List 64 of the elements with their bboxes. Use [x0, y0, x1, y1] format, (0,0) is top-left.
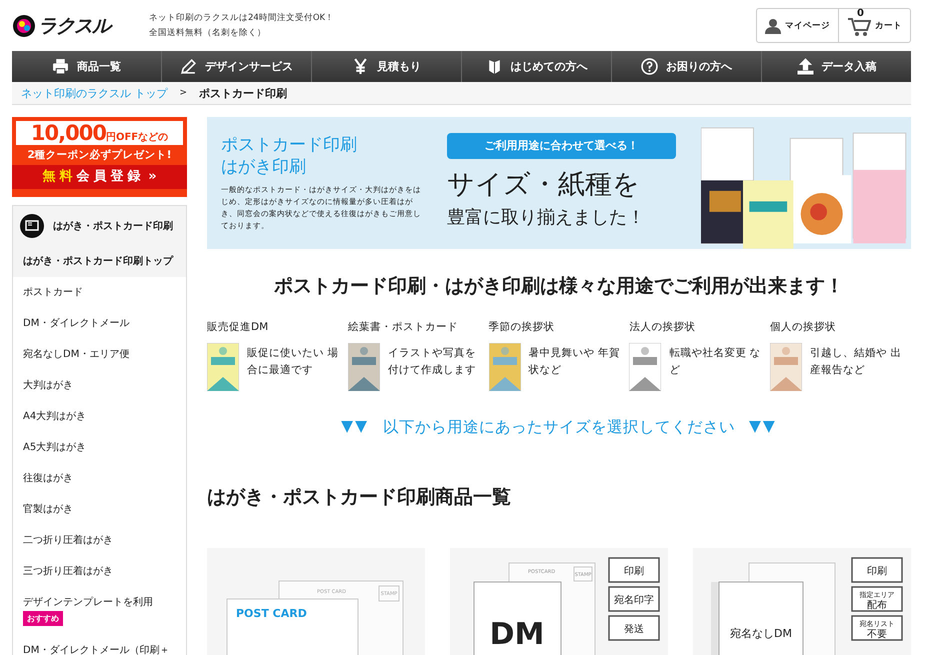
- hero-subline: 豊富に取り揃えました！: [447, 206, 646, 230]
- section-heading: はがき・ポストカード印刷商品一覧: [207, 485, 512, 510]
- nav-item[interactable]: 商品一覧: [12, 51, 161, 82]
- use-description: 暑中見舞いや 年賀状など: [528, 346, 621, 378]
- option-tag: 宛名印字: [608, 586, 660, 612]
- yen-icon: [352, 58, 369, 75]
- use-title: 販売促進DM: [207, 320, 270, 334]
- use-title: 法人の挨拶状: [629, 320, 696, 334]
- sidebar-item[interactable]: はがき・ポストカード印刷トップ: [13, 246, 186, 277]
- sidebar-item[interactable]: 往復はがき: [13, 463, 186, 494]
- sidebar-item[interactable]: 二つ折り圧着はがき: [13, 525, 186, 556]
- option-tag: 印刷: [851, 557, 903, 583]
- down-arrows-icon: ▼▼: [749, 417, 777, 438]
- mypage-link[interactable]: マイページ: [757, 9, 838, 42]
- sidebar-item[interactable]: A5大判はがき: [13, 432, 186, 463]
- front-card-drawing: DM: [474, 582, 562, 655]
- section-heading: ポストカード印刷・はがき印刷は様々な用途でご利用が出来ます！: [273, 274, 845, 299]
- help-icon: [641, 58, 658, 75]
- down-arrows-icon: ▼▼: [341, 417, 369, 438]
- sidebar-item[interactable]: DM・ダイレクトメール: [13, 308, 186, 339]
- pencil-icon: [180, 58, 197, 75]
- option-tag: 印刷: [608, 557, 660, 583]
- breadcrumb-separator: >: [180, 88, 188, 98]
- tagline-text: ネット印刷のラクスルは24時間注文受付OK！: [149, 12, 336, 24]
- user-icon: [765, 18, 781, 34]
- use-title: 季節の挨拶状: [488, 320, 556, 334]
- printer-icon: [52, 58, 69, 75]
- front-card-drawing: 宛名なしDM: [711, 582, 804, 655]
- promo-headline: 10,000円OFFなどの: [16, 121, 183, 145]
- select-prompt: 以下から用途にあったサイズを選択してください: [383, 417, 735, 438]
- sidebar-item[interactable]: ポストカード: [13, 277, 186, 308]
- tagline-text: 全国送料無料（名刺を除く）: [149, 26, 267, 40]
- sidebar-item[interactable]: DM・ダイレクトメール（印刷＋: [13, 635, 186, 655]
- use-title: 絵葉書・ポストカード: [348, 320, 459, 334]
- sidebar-item[interactable]: A4大判はがき: [13, 401, 186, 432]
- signup-button[interactable]: 無料 会員登録 »: [12, 165, 187, 189]
- logo[interactable]: ラクスル: [38, 12, 110, 38]
- use-title: 個人の挨拶状: [770, 320, 838, 334]
- sidebar-title: はがき・ポストカード印刷: [53, 220, 173, 233]
- hero-title: はがき印刷: [221, 156, 307, 178]
- cart-count: 0: [857, 8, 864, 18]
- hero-title: ポストカード印刷: [221, 134, 358, 156]
- sidebar-item[interactable]: デザインテンプレートを利用 おすすめ: [13, 587, 186, 635]
- promo-banner[interactable]: 10,000円OFFなどの 2種クーポン必ずプレゼント! 無料 会員登録 »: [12, 117, 187, 197]
- use-description: イラストや写真を付けて作成します: [388, 346, 477, 378]
- cart-icon: [847, 16, 871, 36]
- use-description: 販促に使いたい 場合に最適です: [247, 346, 340, 378]
- use-description: 引越し、結婚や 出産報告など: [810, 346, 903, 378]
- recommended-badge: おすすめ: [23, 611, 63, 626]
- sidebar-item[interactable]: 三つ折り圧着はがき: [13, 556, 186, 587]
- cart-link[interactable]: 0 カート: [838, 9, 910, 42]
- sidebar-item[interactable]: 大判はがき: [13, 370, 186, 401]
- logo-mark-icon: [12, 14, 36, 38]
- breadcrumb-current: ポストカード印刷: [199, 86, 288, 100]
- sidebar-item[interactable]: 宛名なしDM・エリア便: [13, 339, 186, 370]
- front-card-drawing: POST CARD: [226, 598, 358, 655]
- use-description: 転職や社名変更 など: [669, 346, 762, 378]
- upload-icon: [796, 58, 814, 75]
- sidebar-item[interactable]: 官製はがき: [13, 494, 186, 525]
- postcard-icon: [20, 214, 44, 238]
- feature-pill: ご利用用途に合わせて選べる！: [447, 133, 676, 159]
- promo-text: 2種クーポン必ずプレゼント!: [26, 148, 173, 163]
- hero-headline: サイズ・紙種を: [447, 168, 641, 202]
- option-tag: 発送: [608, 615, 660, 641]
